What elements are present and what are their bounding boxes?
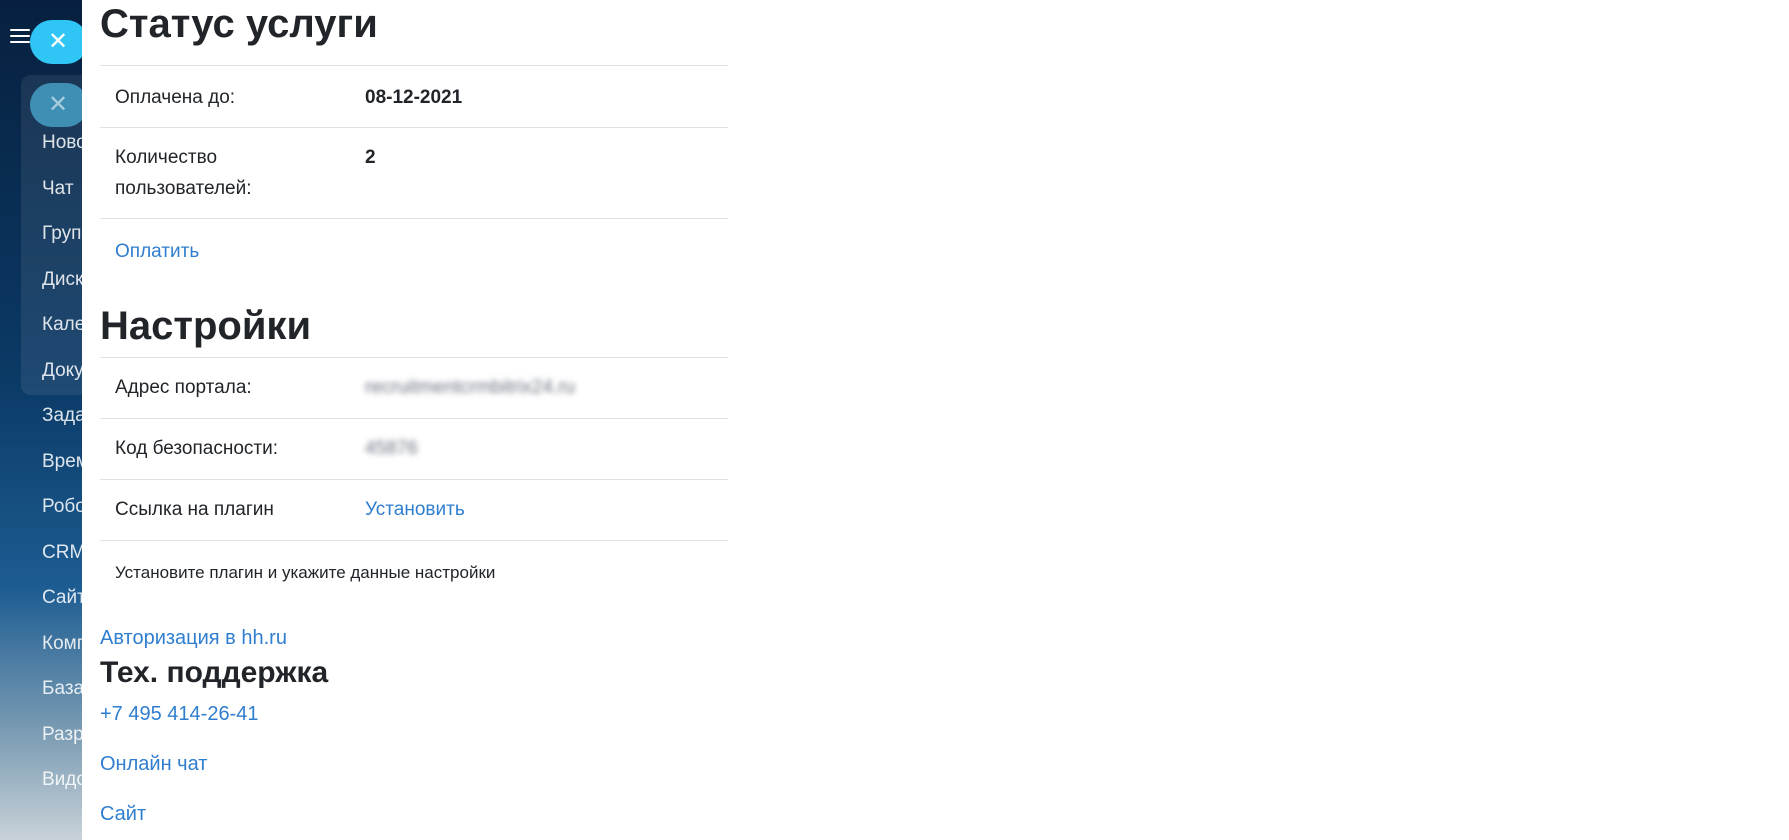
sidebar-menu-item[interactable]: Врем — [42, 449, 82, 495]
security-code-label: Код безопасности: — [100, 418, 350, 480]
service-status-title: Статус услуги — [100, 2, 378, 46]
install-plugin-link[interactable]: Установить — [365, 499, 465, 520]
sidebar-menu-item[interactable]: Груп — [42, 221, 82, 267]
sidebar-menu-item[interactable]: Робо — [42, 494, 82, 540]
sidebar-menu-item[interactable]: Доку — [42, 358, 82, 404]
hh-auth-link[interactable]: Авторизация в hh.ru — [100, 623, 287, 653]
portal-address-label: Адрес портала: — [100, 357, 350, 419]
table-row: Код безопасности: 45876 — [100, 418, 728, 480]
users-count-value: 2 — [350, 127, 728, 219]
paid-until-value: 08-12-2021 — [350, 65, 728, 128]
support-title: Тех. поддержка — [100, 656, 329, 689]
table-row: Адрес портала: recruitmentcrmbitrix24.ru — [100, 357, 728, 419]
security-code-value: 45876 — [365, 438, 418, 459]
close-slider-button[interactable]: ✕ — [30, 20, 88, 64]
online-chat-link[interactable]: Онлайн чат — [100, 749, 207, 779]
table-row: Оплачена до: 08-12-2021 — [100, 65, 728, 128]
support-phone-link[interactable]: +7 495 414-26-41 — [100, 699, 258, 729]
sidebar-menu-item[interactable]: Сайт — [42, 585, 82, 631]
sidebar-menu-item[interactable]: База — [42, 676, 82, 722]
sidebar-menu-item[interactable]: Комп — [42, 631, 82, 677]
sidebar-menu-item[interactable]: Диск — [42, 267, 82, 313]
slider-panel: Статус услуги Оплачена до: 08-12-2021 Ко… — [82, 0, 1789, 840]
table-row: Установите плагин и укажите данные настр… — [100, 540, 728, 603]
site-link[interactable]: Сайт — [100, 799, 146, 829]
sidebar-menu-item[interactable]: Зада — [42, 403, 82, 449]
plugin-link-label: Ссылка на плагин — [100, 479, 350, 541]
sidebar-menu-item[interactable]: Разр — [42, 722, 82, 768]
table-row: Количество пользователей: 2 — [100, 127, 728, 219]
sidebar-menu: НовоЧатГрупДискКалеДокуЗадаВремРобоCRMСа… — [42, 130, 82, 813]
sidebar-menu-item[interactable]: Чат — [42, 176, 82, 222]
screen: НовоЧатГрупДискКалеДокуЗадаВремРобоCRMСа… — [0, 0, 1789, 840]
sidebar-menu-item[interactable]: Видо — [42, 767, 82, 813]
pay-link[interactable]: Оплатить — [115, 241, 199, 262]
sidebar-menu-item[interactable]: Кале — [42, 312, 82, 358]
paid-until-label: Оплачена до: — [100, 65, 350, 128]
users-count-label: Количество пользователей: — [100, 127, 350, 219]
portal-address-value: recruitmentcrmbitrix24.ru — [365, 377, 576, 398]
close-icon-shadow: ✕ — [30, 83, 88, 127]
table-row: Оплатить — [100, 218, 728, 283]
hamburger-menu-icon[interactable] — [10, 29, 30, 45]
settings-table: Адрес портала: recruitmentcrmbitrix24.ru… — [100, 357, 728, 603]
table-row: Ссылка на плагин Установить — [100, 479, 728, 541]
sidebar-menu-item[interactable]: Ново — [42, 130, 82, 176]
plugin-note: Установите плагин и укажите данные настр… — [100, 540, 728, 603]
settings-title: Настройки — [100, 304, 312, 348]
service-status-table: Оплачена до: 08-12-2021 Количество польз… — [100, 65, 728, 283]
sidebar-menu-item[interactable]: CRM — [42, 540, 82, 586]
